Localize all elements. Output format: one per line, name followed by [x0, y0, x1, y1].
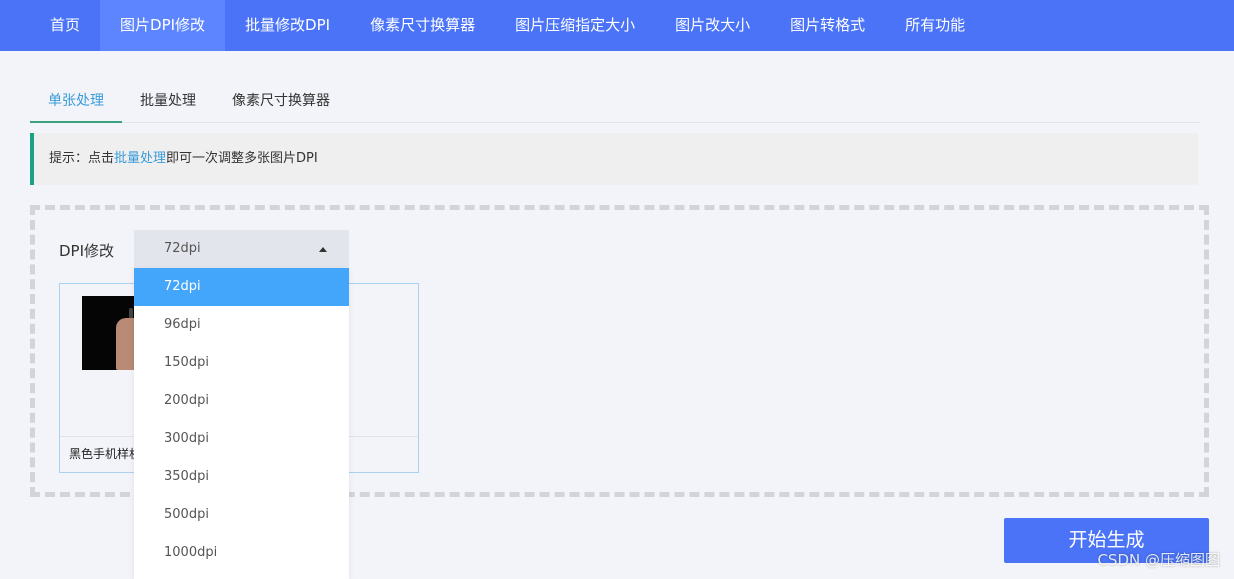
image-thumbnail [82, 296, 142, 370]
tab-batch[interactable]: 批量处理 [122, 80, 214, 122]
nav-item-all-features[interactable]: 所有功能 [885, 0, 985, 51]
dpi-option[interactable]: 200dpi [134, 382, 349, 420]
dpi-option[interactable]: 150dpi [134, 344, 349, 382]
nav-item-pixel-calculator[interactable]: 像素尺寸换算器 [350, 0, 495, 51]
dpi-option[interactable]: 72dpi [134, 268, 349, 306]
dpi-option[interactable]: 500dpi [134, 496, 349, 534]
nav-item-compress[interactable]: 图片压缩指定大小 [495, 0, 655, 51]
dpi-dropdown: 72dpi 96dpi 150dpi 200dpi 300dpi 350dpi … [134, 268, 349, 579]
tip-suffix: 即可一次调整多张图片DPI [166, 151, 318, 166]
tab-pixel-calculator[interactable]: 像素尺寸换算器 [214, 80, 348, 122]
nav-item-resize[interactable]: 图片改大小 [655, 0, 770, 51]
tip-prefix: 提示：点击 [49, 151, 115, 166]
tip-banner: 提示：点击批量处理即可一次调整多张图片DPI [30, 133, 1198, 185]
top-nav: 首页 图片DPI修改 批量修改DPI 像素尺寸换算器 图片压缩指定大小 图片改大… [0, 0, 1234, 51]
dpi-option[interactable]: 300dpi [134, 420, 349, 458]
dpi-option[interactable]: 1000dpi [134, 534, 349, 572]
dpi-label: DPI修改 [59, 242, 115, 260]
tab-single[interactable]: 单张处理 [30, 80, 122, 123]
nav-item-convert-format[interactable]: 图片转格式 [770, 0, 885, 51]
caret-up-icon [319, 247, 327, 252]
dpi-option[interactable]: 350dpi [134, 458, 349, 496]
dpi-select-value: 72dpi [164, 241, 201, 256]
nav-item-batch-dpi[interactable]: 批量修改DPI [225, 0, 350, 51]
dpi-select[interactable]: 72dpi [134, 230, 349, 268]
nav-item-dpi-edit[interactable]: 图片DPI修改 [100, 0, 226, 51]
nav-item-home[interactable]: 首页 [30, 0, 100, 51]
mode-tabs: 单张处理 批量处理 像素尺寸换算器 [30, 80, 1200, 123]
tip-batch-link[interactable]: 批量处理 [114, 151, 166, 166]
watermark: CSDN @压缩图图 [1097, 551, 1220, 569]
dpi-option[interactable]: 96dpi [134, 306, 349, 344]
